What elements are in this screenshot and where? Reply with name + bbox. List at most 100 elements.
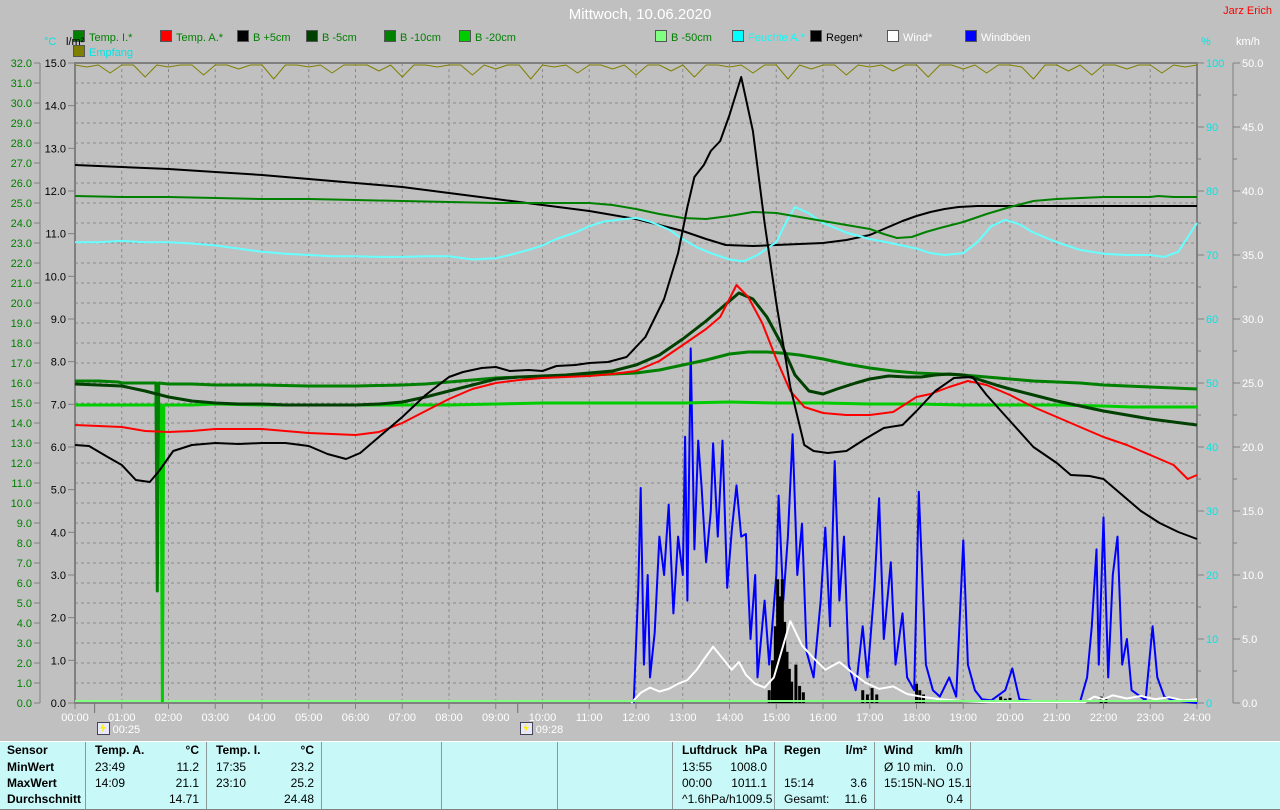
kmh-tick-label: 40.0 [1242, 186, 1263, 198]
stat-time-cell [442, 775, 505, 791]
table-row [558, 775, 672, 791]
celsius-tick-label: 26.0 [11, 178, 32, 190]
liters-tick-label: 8.0 [51, 357, 66, 369]
stat-value-cell: 1009.5 [735, 792, 773, 806]
table-group-header: Temp. I. °C [207, 742, 321, 759]
sensor-name [442, 742, 505, 759]
celsius-tick-label: 22.0 [11, 258, 32, 270]
table-row: 15:15 N-NO 15.1 [875, 775, 971, 791]
table-group-header: Luftdruck hPa [673, 742, 774, 759]
stat-value-cell [505, 775, 557, 791]
stat-value-cell [621, 775, 672, 791]
celsius-tick-label: 29.0 [11, 118, 32, 130]
stat-value-cell: 14.71 [168, 792, 199, 806]
celsius-tick-label: 27.0 [11, 158, 32, 170]
sensor-unit: hPa [744, 743, 767, 757]
table-row: 23:10 25.2 [207, 775, 321, 791]
stat-time-cell [875, 791, 927, 807]
celsius-tick-label: 23.0 [11, 238, 32, 250]
hour-tick-label: 20:00 [996, 712, 1024, 724]
liters-tick-label: 6.0 [51, 442, 66, 454]
weather-app-window: Mittwoch, 10.06.2020 Jarz Erich Temp. I.… [0, 0, 1280, 810]
stat-time-cell: 14:09 [95, 776, 126, 790]
stat-time-cell [322, 775, 388, 791]
hour-tick-label: 21:00 [1043, 712, 1071, 724]
hour-tick-label: 17:00 [856, 712, 884, 724]
sensor-name: Temp. A. [95, 743, 145, 757]
stat-time-cell: ^1.6hPa/h [682, 792, 736, 806]
table-row [322, 759, 441, 775]
percent-tick-label: 50 [1206, 378, 1218, 390]
event-marker-time: 00:25 [112, 724, 141, 736]
hour-tick-label: 06:00 [342, 712, 370, 724]
stat-time-cell [86, 791, 152, 807]
celsius-tick-label: 5.0 [17, 598, 32, 610]
stat-time-cell: 23:10 [216, 776, 247, 790]
table-row [558, 759, 672, 775]
table-empty-filler [971, 742, 1280, 809]
kmh-tick-label: 35.0 [1242, 250, 1263, 262]
sensor-unit: °C [185, 743, 199, 757]
liters-tick-label: 0.0 [51, 698, 66, 710]
percent-tick-label: 80 [1206, 186, 1218, 198]
stat-time-cell [442, 759, 505, 775]
celsius-tick-label: 4.0 [17, 618, 32, 630]
sensor-name: Regen [784, 743, 821, 757]
hour-tick-label: 23:00 [1136, 712, 1164, 724]
stat-value-cell: 11.2 [176, 760, 199, 774]
stat-value-cell: 1011.1 [731, 776, 767, 790]
table-group-empty [558, 742, 673, 809]
celsius-tick-label: 31.0 [11, 78, 32, 90]
stat-value-cell: 0.0 [946, 760, 963, 774]
stat-time-cell: 00:00 [682, 776, 713, 790]
hour-tick-label: 03:00 [201, 712, 229, 724]
stat-time-cell: 15:14 [784, 776, 815, 790]
stat-value-cell: 0.4 [946, 792, 963, 806]
celsius-tick-label: 32.0 [11, 58, 32, 70]
hour-tick-label: 00:00 [61, 712, 89, 724]
table-row [558, 791, 672, 807]
stat-time-cell: 23:49 [95, 760, 126, 774]
sensor-unit [621, 742, 672, 759]
kmh-tick-label: 50.0 [1242, 58, 1263, 70]
hour-tick-label: 04:00 [248, 712, 276, 724]
percent-tick-label: 10 [1206, 634, 1218, 646]
table-row: Gesamt: 11.6 [775, 791, 874, 807]
kmh-tick-label: 10.0 [1242, 570, 1263, 582]
table-group-header: Regen l/m² [775, 742, 874, 759]
event-marker: 00:25 [96, 722, 141, 736]
kmh-tick-label: 20.0 [1242, 442, 1263, 454]
stat-time-cell [775, 759, 830, 775]
sensor-name [558, 742, 621, 759]
table-row [442, 759, 557, 775]
celsius-tick-label: 15.0 [11, 398, 32, 410]
stat-value-cell: 21.1 [175, 776, 199, 790]
kmh-tick-label: 5.0 [1242, 634, 1257, 646]
event-marker: 09:28 [519, 722, 563, 736]
stat-time-cell [558, 775, 621, 791]
stat-time-cell [207, 791, 270, 807]
liters-tick-label: 4.0 [51, 527, 66, 539]
table-group-header: Wind km/h [875, 742, 970, 759]
stat-value-cell [388, 775, 441, 791]
table-group-Luftdruck: Luftdruck hPa 13:55 1008.0 00:00 1011.1 ^1.6hP… [673, 742, 775, 809]
celsius-tick-label: 0.0 [17, 698, 32, 710]
stat-time-cell [322, 791, 388, 807]
celsius-tick-label: 17.0 [11, 358, 32, 370]
celsius-tick-label: 14.0 [11, 418, 32, 430]
stat-time-cell [558, 791, 621, 807]
stat-value-cell [505, 791, 557, 807]
table-row-label: MinWert [7, 760, 55, 774]
stat-time-cell [442, 791, 505, 807]
table-row-label: MaxWert [7, 776, 57, 790]
hour-tick-label: 11:00 [576, 712, 603, 724]
hour-tick-label: 14:00 [716, 712, 744, 724]
stat-value-cell [621, 759, 672, 775]
stat-value-cell [830, 759, 874, 775]
table-row: 00:00 1011.1 [673, 775, 774, 791]
hour-tick-label: 09:00 [482, 712, 510, 724]
table-group-Wind: Wind km/h Ø 10 min. 0.0 15:15 N-NO 15.1 0.4 [875, 742, 971, 809]
table-group-header [322, 742, 441, 759]
table-row: 14.71 [86, 791, 206, 807]
celsius-tick-label: 2.0 [17, 658, 32, 670]
